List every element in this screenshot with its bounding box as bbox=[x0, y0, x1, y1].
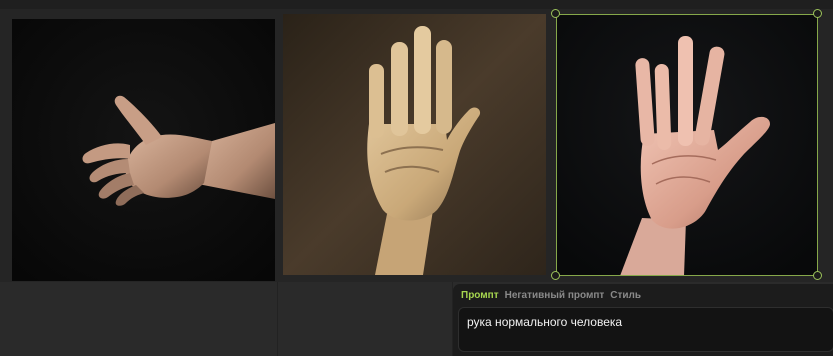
tab-style[interactable]: Стиль bbox=[610, 290, 641, 301]
prompt-input[interactable]: рука нормального человека bbox=[458, 307, 833, 352]
prompt-panel: Промпт Негативный промпт Стиль рука норм… bbox=[453, 284, 833, 356]
prompt-text: рука нормального человека bbox=[467, 315, 623, 329]
prompt-tabs: Промпт Негативный промпт Стиль bbox=[461, 290, 641, 301]
resize-handle-bottom-left[interactable] bbox=[551, 271, 560, 280]
tab-negative-prompt[interactable]: Негативный промпт bbox=[505, 290, 605, 301]
hand-reaching-image bbox=[12, 19, 275, 281]
tab-prompt[interactable]: Промпт bbox=[461, 290, 499, 301]
empty-canvas-cell-2[interactable] bbox=[278, 282, 453, 356]
raised-hand-image bbox=[556, 14, 818, 276]
generated-image-1[interactable] bbox=[12, 19, 275, 281]
empty-canvas-cell-1[interactable] bbox=[0, 282, 278, 356]
generated-image-3[interactable] bbox=[556, 14, 818, 276]
generator-workspace: Промпт Негативный промпт Стиль рука норм… bbox=[0, 0, 833, 356]
generated-image-2[interactable] bbox=[283, 14, 546, 275]
top-bar bbox=[0, 0, 833, 9]
resize-handle-top-left[interactable] bbox=[551, 9, 560, 18]
sculpted-hand-image bbox=[283, 14, 546, 275]
resize-handle-top-right[interactable] bbox=[813, 9, 822, 18]
resize-handle-bottom-right[interactable] bbox=[813, 271, 822, 280]
